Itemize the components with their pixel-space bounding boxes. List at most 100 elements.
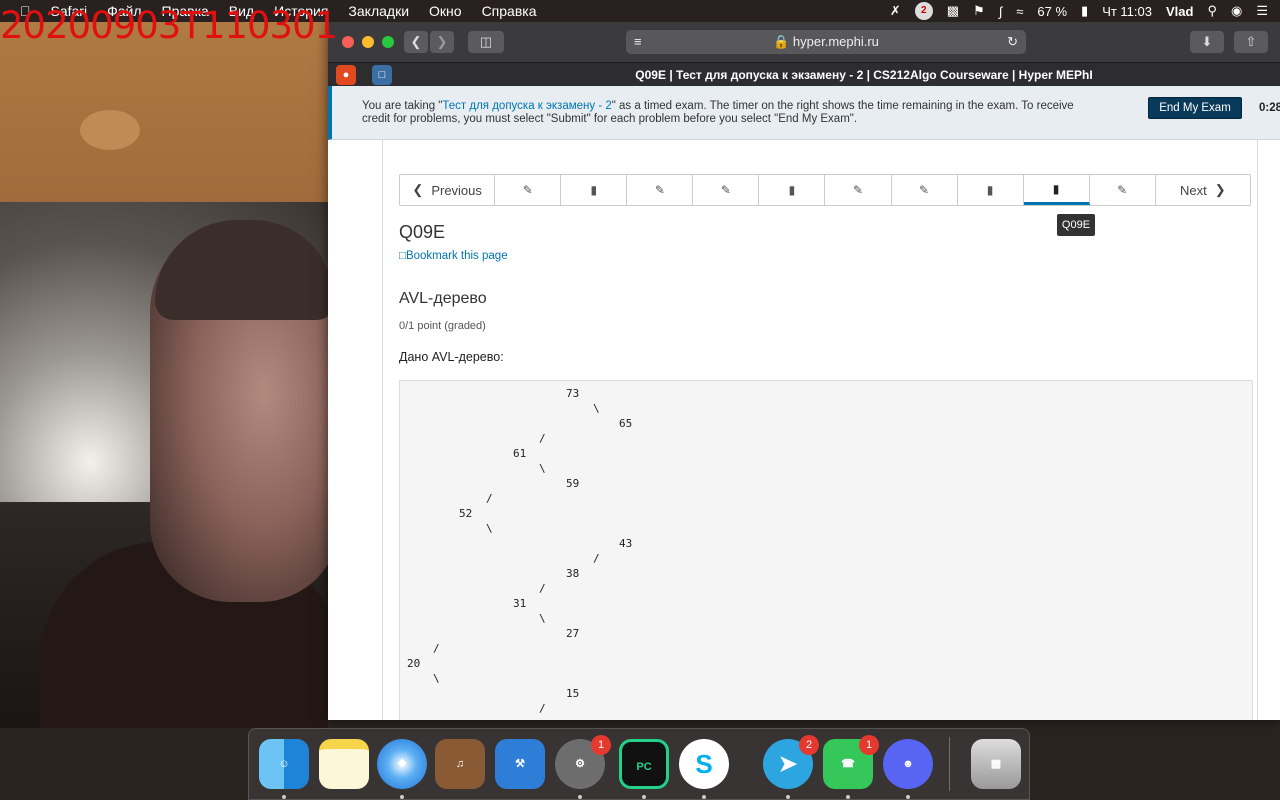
recording-timestamp: 20200903T110301 <box>0 4 338 47</box>
battery-icon[interactable]: ▮ <box>1081 3 1088 19</box>
notification-center-icon[interactable]: ☰ <box>1256 3 1268 19</box>
skype-icon[interactable]: S <box>679 739 729 789</box>
siri-icon[interactable]: ◉ <box>1231 3 1242 19</box>
clock[interactable]: Чт 11:03 <box>1102 4 1152 19</box>
tree-line: 59 <box>566 477 580 490</box>
tree-line: \ <box>486 522 493 535</box>
sidebar-icon: ◫ <box>479 34 493 49</box>
bookmark-link[interactable]: □Bookmark this page <box>399 250 508 262</box>
pycharm-icon[interactable]: PC <box>619 739 669 789</box>
edit-icon: ✎ <box>654 183 665 197</box>
course-content: ❮ Previous ✎ ▮ ✎ ✎ ▮ ✎ ✎ ▮ ▮ ✎ Next ❯ Q09E… <box>382 140 1258 720</box>
sidebar-button[interactable]: ◫ <box>468 31 504 53</box>
problem-title: AVL-дерево <box>399 290 487 307</box>
menu-window[interactable]: Окно <box>429 3 462 19</box>
seq-item-text[interactable]: ▮ <box>561 175 628 205</box>
flag-icon[interactable]: ⚑ <box>973 3 985 19</box>
menu-bookmarks[interactable]: Закладки <box>348 3 409 19</box>
next-button[interactable]: Next ❯ <box>1156 175 1250 205</box>
book-icon: ▮ <box>1052 181 1060 196</box>
dock: ☺ ❖ ♫ ⚒ ⚙ 1 PC S ➤ 2 ☎ 1 ☻ ▩ <box>248 728 1030 800</box>
minimize-window-button[interactable] <box>362 36 374 48</box>
edit-icon: ✎ <box>852 183 864 197</box>
wifi-icon[interactable]: ≈ <box>1016 4 1023 19</box>
banner-message: You are taking "Тест для допуска к экзам… <box>362 100 1092 126</box>
webcam-lamp <box>80 110 140 150</box>
close-window-button[interactable] <box>342 36 354 48</box>
tree-line: 38 <box>566 567 580 580</box>
tree-line: \ <box>593 402 600 415</box>
tab-favicon-icon[interactable]: ● <box>336 65 356 85</box>
webcam-feed <box>0 22 328 728</box>
chevron-right-icon: ❯ <box>436 34 448 49</box>
tab-shared-icon[interactable]: □ <box>372 65 392 85</box>
garageband-icon[interactable]: ♫ <box>435 739 485 789</box>
user-name[interactable]: Vlad <box>1166 4 1193 19</box>
book-icon: ▮ <box>986 183 994 197</box>
tree-line: / <box>593 552 600 565</box>
edit-icon: ✎ <box>918 183 930 197</box>
previous-label: Previous <box>431 182 482 198</box>
battery-percent[interactable]: 67 % <box>1037 4 1067 19</box>
seq-item-problem[interactable]: ✎ <box>627 175 694 205</box>
zoom-window-button[interactable] <box>382 36 394 48</box>
end-exam-button[interactable]: End My Exam <box>1148 97 1242 119</box>
browser-toolbar: ❮ ❯ ◫ ≡ 🔒 hyper.mephi.ru ↻ ⬇ ⇧ <box>328 22 1280 62</box>
tree-line: \ <box>433 672 440 685</box>
active-tab-title[interactable]: Q09E | Тест для допуска к экзамену - 2 |… <box>448 63 1280 87</box>
spotlight-icon[interactable]: ⚲ <box>1207 3 1217 19</box>
seq-item-problem[interactable]: ✎ <box>1090 175 1156 205</box>
seq-item-text[interactable]: ▮ <box>958 175 1024 205</box>
tree-line: \ <box>539 612 546 625</box>
tree-line: 65 <box>619 417 633 430</box>
banner-text-start: You are taking " <box>362 100 443 112</box>
back-button[interactable]: ❮ <box>404 31 428 53</box>
seq-item-problem[interactable]: ✎ <box>495 175 562 205</box>
notification-badge[interactable]: 2 <box>914 2 933 20</box>
seq-tooltip: Q09E <box>1057 214 1095 236</box>
discord-icon[interactable]: ☻ <box>883 739 933 789</box>
safari-icon[interactable]: ❖ <box>377 739 427 789</box>
sequence-navigation: ❮ Previous ✎ ▮ ✎ ✎ ▮ ✎ ✎ ▮ ▮ ✎ Next ❯ <box>399 174 1251 206</box>
facetime-badge: 1 <box>859 735 879 755</box>
bluetooth-icon[interactable]: ∫ <box>999 4 1003 19</box>
share-button[interactable]: ⇧ <box>1234 31 1268 53</box>
xcode-icon[interactable]: ⚒ <box>495 739 545 789</box>
menu-help[interactable]: Справка <box>482 3 537 19</box>
exam-link[interactable]: Тест для допуска к экзамену - 2 <box>442 100 611 112</box>
screen-icon[interactable]: ▩ <box>947 3 959 19</box>
trash-icon[interactable]: ▩ <box>971 739 1021 789</box>
tab-bar: ● □ Q09E | Тест для допуска к экзамену -… <box>328 62 1280 86</box>
edit-icon: ✎ <box>1117 183 1128 197</box>
tree-line: 52 <box>459 507 473 520</box>
tree-line: 31 <box>513 597 527 610</box>
address-bar[interactable]: ≡ 🔒 hyper.mephi.ru ↻ <box>626 30 1026 54</box>
reader-icon[interactable]: ≡ <box>634 30 642 54</box>
seq-item-problem[interactable]: ✎ <box>825 175 892 205</box>
problem-points: 0/1 point (graded) <box>399 320 486 332</box>
telegram-badge: 2 <box>799 735 819 755</box>
seq-item-problem[interactable]: ✎ <box>693 175 760 205</box>
notes-icon[interactable] <box>319 739 369 789</box>
chevron-left-icon: ❮ <box>412 182 424 197</box>
previous-button[interactable]: ❮ Previous <box>400 175 496 205</box>
forward-button[interactable]: ❯ <box>430 31 454 53</box>
tree-line: / <box>539 432 546 445</box>
browser-window: ❮ ❯ ◫ ≡ 🔒 hyper.mephi.ru ↻ ⬇ ⇧ ● □ Q09E … <box>328 22 1280 720</box>
download-icon: ⬇ <box>1201 34 1213 49</box>
seq-item-current[interactable]: ▮ <box>1023 175 1090 205</box>
downloads-button[interactable]: ⬇ <box>1190 31 1224 53</box>
finder-icon[interactable]: ☺ <box>259 739 309 789</box>
seq-item-text[interactable]: ▮ <box>759 175 826 205</box>
seq-item-problem[interactable]: ✎ <box>892 175 958 205</box>
unit-title: Q09E <box>399 222 446 242</box>
tree-line: / <box>486 492 493 505</box>
tree-line: / <box>433 642 440 655</box>
chevron-right-icon: ❯ <box>1214 182 1226 197</box>
share-icon: ⇧ <box>1245 34 1257 49</box>
tree-line: / <box>539 702 546 715</box>
reload-icon[interactable]: ↻ <box>1007 30 1018 54</box>
tree-line: 15 <box>566 687 580 700</box>
exam-timer: 0:28: <box>1259 102 1280 114</box>
mute-icon[interactable]: ✗ <box>890 3 901 19</box>
